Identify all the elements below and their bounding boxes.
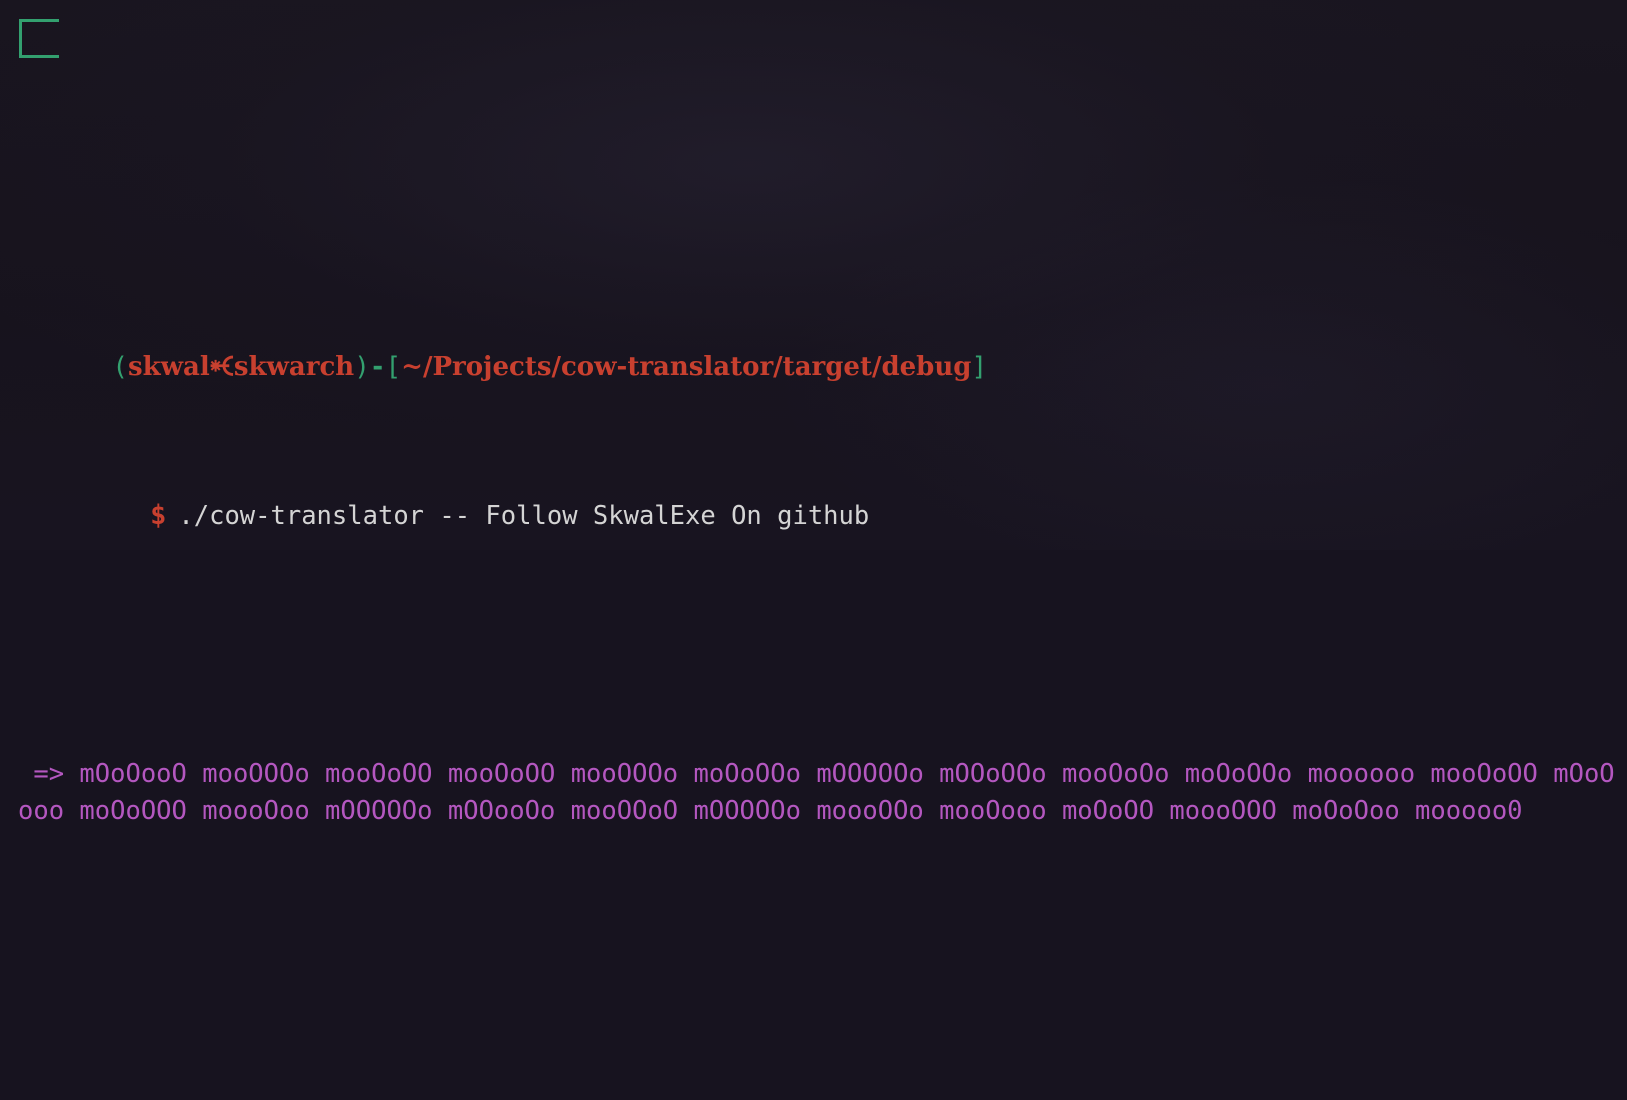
terminal-window: (skwal🝒skwarch)-[~/Projects/cow-translat… — [0, 0, 1627, 826]
command-text-1: ./cow-translator -- Follow SkwalExe On g… — [178, 501, 870, 531]
prompt-host: skwarch — [233, 352, 355, 382]
prompt-open-paren: ( — [112, 352, 128, 382]
output-text-1: mOoOooO mooOOOo mooOoOO mooOoOO mooOOOo … — [18, 759, 1615, 826]
prompt-user: skwal — [127, 352, 210, 382]
prompt-close-paren: ) — [354, 352, 370, 382]
output-block-1: => mOoOooO mooOOOo mooOoOO mooOoOO mooOO… — [0, 756, 1627, 830]
command-line-1[interactable]: $ ./cow-translator -- Follow SkwalExe On … — [0, 460, 1627, 531]
prompt-dash: - — [369, 352, 386, 382]
prompt-line-1: (skwal🝒skwarch)-[~/Projects/cow-translat… — [0, 312, 1627, 382]
terminal-block-1: (skwal🝒skwarch)-[~/Projects/cow-translat… — [0, 19, 1627, 904]
prompt-dollar-symbol: $ — [150, 500, 167, 531]
prompt-open-bracket: [ — [385, 352, 402, 382]
prompt-close-bracket: ] — [971, 352, 988, 382]
prompt-path: ~/Projects/cow-translator/target/debug — [401, 352, 972, 382]
prompt-corner-bracket — [19, 19, 59, 58]
output-arrow-1: => — [18, 759, 80, 789]
prompt-host-glyph-icon: 🝒 — [209, 352, 234, 382]
